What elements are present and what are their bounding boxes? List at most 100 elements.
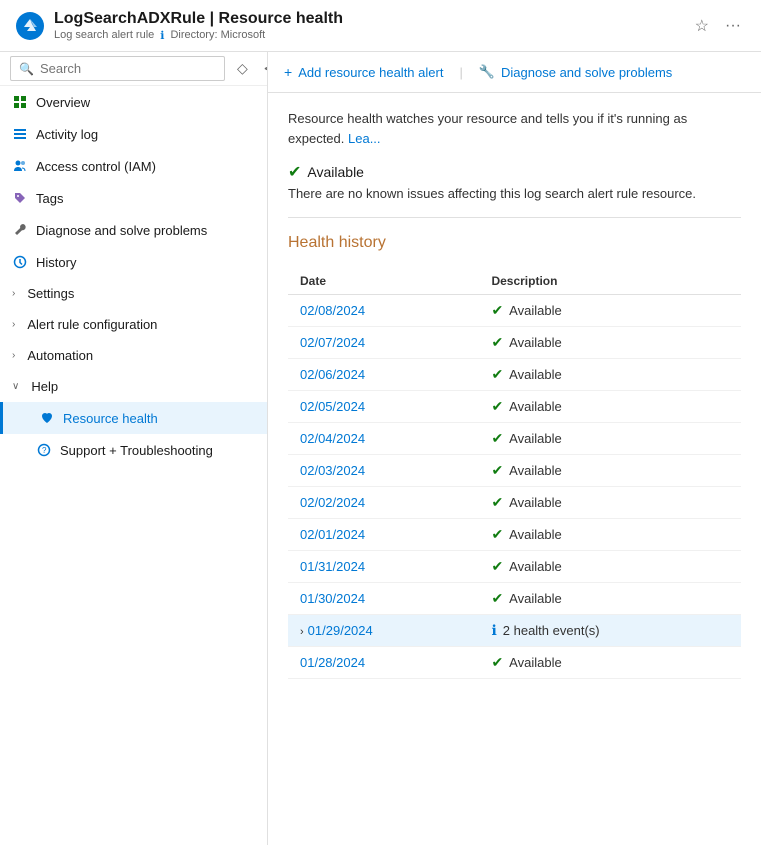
check-icon: ✔ bbox=[491, 526, 503, 543]
sidebar-item-support-troubleshooting[interactable]: ? Support + Troubleshooting bbox=[0, 434, 267, 466]
chevron-right-icon: › bbox=[12, 350, 15, 361]
section-name: Resource health bbox=[219, 10, 343, 27]
description-cell: ✔Available bbox=[479, 423, 741, 455]
sidebar-item-label: History bbox=[36, 255, 76, 270]
available-icon: ✔ bbox=[288, 162, 301, 182]
chevron-down-icon: ∨ bbox=[12, 381, 19, 392]
description-cell: ✔ Available bbox=[479, 455, 741, 487]
pin-btn[interactable]: ≪ bbox=[260, 58, 268, 79]
check-icon: ✔ bbox=[491, 590, 503, 607]
health-history-title: Health history bbox=[288, 234, 741, 252]
date-value: 02/06/2024 bbox=[300, 367, 365, 382]
collapse-icon-btn[interactable]: ◇ bbox=[233, 58, 252, 79]
sidebar-item-history[interactable]: History bbox=[0, 246, 267, 278]
sidebar-search-row: 🔍 ◇ ≪ bbox=[0, 52, 267, 86]
status-available: ✔ Available bbox=[288, 162, 364, 182]
description-cell: ✔Available bbox=[479, 295, 741, 327]
description-cell: ✔Available bbox=[479, 359, 741, 391]
sidebar-item-diagnose[interactable]: Diagnose and solve problems bbox=[0, 214, 267, 246]
table-row[interactable]: 02/08/2024 ✔Available bbox=[288, 295, 741, 327]
description-cell: ✔Available bbox=[479, 583, 741, 615]
sidebar-item-automation[interactable]: › Automation bbox=[0, 340, 267, 371]
grid-icon bbox=[12, 94, 28, 110]
health-history-section: Health history Date Description 02/08/20… bbox=[288, 234, 741, 679]
question-icon: ? bbox=[36, 442, 52, 458]
sidebar: 🔍 ◇ ≪ Overview Activity log bbox=[0, 52, 268, 845]
sidebar-item-access-control[interactable]: Access control (IAM) bbox=[0, 150, 267, 182]
resource-name: LogSearchADXRule bbox=[54, 10, 205, 27]
health-history-table: Date Description 02/08/2024✔Available02/… bbox=[288, 268, 741, 679]
learn-more-link[interactable]: Lea... bbox=[348, 131, 381, 146]
date-cell: 01/31/2024 bbox=[288, 551, 479, 583]
check-icon: ✔ bbox=[491, 654, 503, 671]
sidebar-item-label: Resource health bbox=[63, 411, 158, 426]
sidebar-item-label: Diagnose and solve problems bbox=[36, 223, 207, 238]
status-label: Available bbox=[307, 164, 364, 180]
expand-row-button[interactable]: › bbox=[300, 626, 304, 638]
description-cell: ✔ Available bbox=[479, 647, 741, 679]
table-row[interactable]: 02/03/2024 ✔ Available bbox=[288, 455, 741, 487]
favorite-button[interactable]: ☆ bbox=[691, 12, 713, 40]
person-group-icon bbox=[12, 158, 28, 174]
status-label: Available bbox=[509, 559, 562, 574]
date-cell: 02/03/2024 bbox=[288, 455, 479, 487]
check-icon: ✔ bbox=[491, 302, 503, 319]
sidebar-item-label: Automation bbox=[27, 348, 93, 363]
sidebar-item-label: Support + Troubleshooting bbox=[60, 443, 213, 458]
sidebar-nav: Overview Activity log Access control (IA… bbox=[0, 86, 267, 845]
sidebar-item-overview[interactable]: Overview bbox=[0, 86, 267, 118]
section-divider bbox=[288, 217, 741, 218]
sidebar-item-label: Overview bbox=[36, 95, 90, 110]
description-cell: ℹ2 health event(s) bbox=[479, 615, 741, 647]
table-row[interactable]: 01/30/2024✔Available bbox=[288, 583, 741, 615]
page-title: LogSearchADXRule | Resource health bbox=[54, 10, 691, 28]
add-resource-health-alert-button[interactable]: + Add resource health alert bbox=[284, 60, 443, 84]
sidebar-item-activity-log[interactable]: Activity log bbox=[0, 118, 267, 150]
check-icon: ✔ bbox=[491, 462, 503, 479]
table-row[interactable]: 02/01/2024✔Available bbox=[288, 519, 741, 551]
date-cell: 02/01/2024 bbox=[288, 519, 479, 551]
title-separator: | bbox=[210, 10, 219, 27]
table-row[interactable]: 02/05/2024✔Available bbox=[288, 391, 741, 423]
more-options-button[interactable]: ··· bbox=[721, 13, 745, 39]
status-label: Available bbox=[509, 463, 562, 478]
date-value: 02/05/2024 bbox=[300, 399, 365, 414]
date-value: 01/31/2024 bbox=[300, 559, 365, 574]
date-cell: 02/06/2024 bbox=[288, 359, 479, 391]
diagnose-solve-button[interactable]: 🔧 Diagnose and solve problems bbox=[479, 60, 672, 84]
status-label: Available bbox=[509, 655, 562, 670]
check-icon: ✔ bbox=[491, 494, 503, 511]
table-row[interactable]: ›01/29/2024ℹ2 health event(s) bbox=[288, 615, 741, 647]
sidebar-item-label: Activity log bbox=[36, 127, 98, 142]
header-subtitle: Log search alert rule ℹ Directory: Micro… bbox=[54, 29, 691, 42]
date-value: 02/08/2024 bbox=[300, 303, 365, 318]
date-value: 02/04/2024 bbox=[300, 431, 365, 446]
date-cell: 01/30/2024 bbox=[288, 583, 479, 615]
status-label: Available bbox=[509, 495, 562, 510]
date-cell: ›01/29/2024 bbox=[288, 615, 479, 647]
tag-icon bbox=[12, 190, 28, 206]
description-cell: ✔Available bbox=[479, 519, 741, 551]
date-cell: 02/05/2024 bbox=[288, 391, 479, 423]
date-cell: 02/02/2024 bbox=[288, 487, 479, 519]
table-row[interactable]: 02/02/2024 ✔ Available bbox=[288, 487, 741, 519]
sidebar-item-label: Tags bbox=[36, 191, 63, 206]
table-row[interactable]: 02/04/2024 ✔Available bbox=[288, 423, 741, 455]
resource-type-label: Log search alert rule bbox=[54, 29, 154, 41]
table-row[interactable]: 02/06/2024 ✔Available bbox=[288, 359, 741, 391]
top-header: LogSearchADXRule | Resource health Log s… bbox=[0, 0, 761, 52]
table-row[interactable]: 02/07/2024✔Available bbox=[288, 327, 741, 359]
search-input[interactable] bbox=[40, 61, 216, 76]
sidebar-item-resource-health[interactable]: Resource health bbox=[0, 402, 267, 434]
sidebar-item-help[interactable]: ∨ Help bbox=[0, 371, 267, 402]
sidebar-item-tags[interactable]: Tags bbox=[0, 182, 267, 214]
description-cell: ✔Available bbox=[479, 327, 741, 359]
sidebar-item-label: Settings bbox=[27, 286, 74, 301]
sidebar-item-alert-rule-config[interactable]: › Alert rule configuration bbox=[0, 309, 267, 340]
table-row[interactable]: 01/31/2024✔Available bbox=[288, 551, 741, 583]
sidebar-item-label: Access control (IAM) bbox=[36, 159, 156, 174]
check-icon: ✔ bbox=[491, 398, 503, 415]
table-row[interactable]: 01/28/2024✔Available bbox=[288, 647, 741, 679]
info-icon: ℹ bbox=[160, 29, 164, 42]
sidebar-item-settings[interactable]: › Settings bbox=[0, 278, 267, 309]
